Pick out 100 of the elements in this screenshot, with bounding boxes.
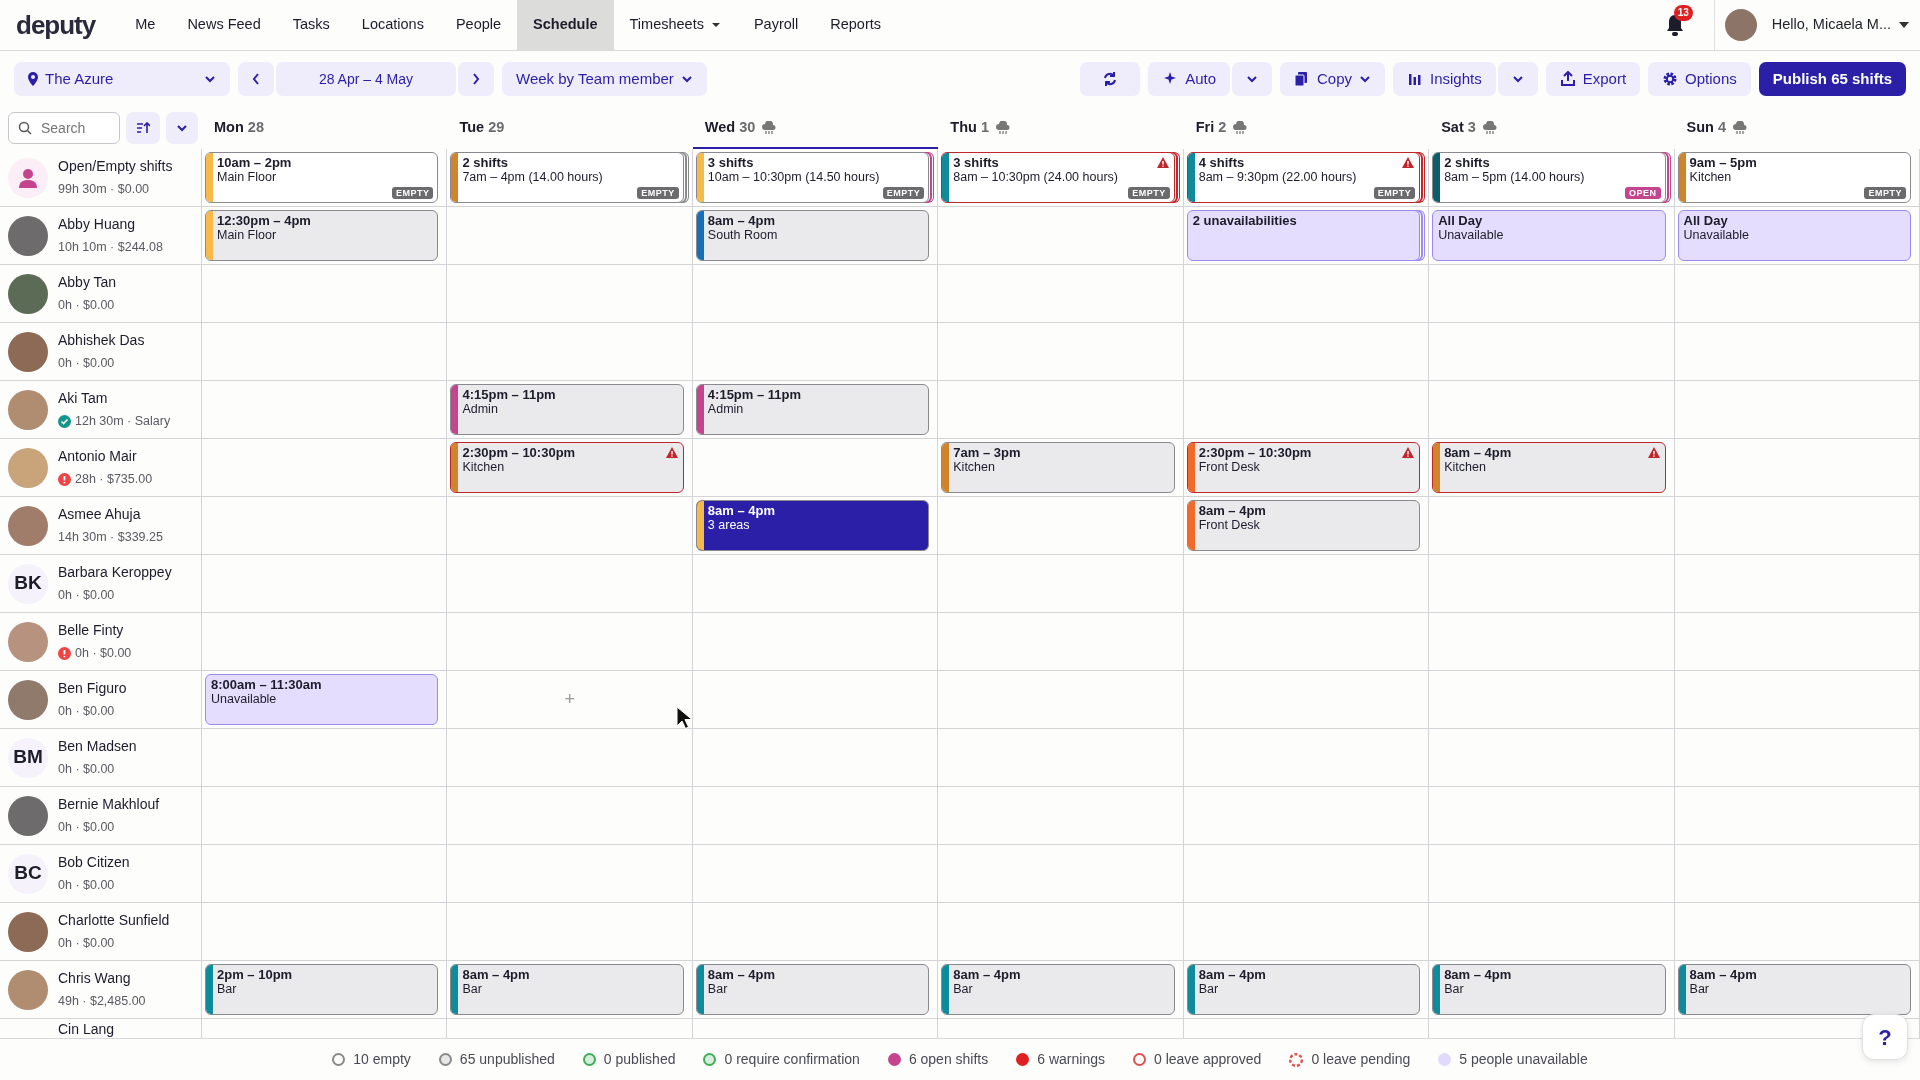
schedule-cell[interactable] [938,671,1184,729]
nav-tab[interactable]: Schedule [517,0,614,50]
schedule-cell[interactable] [202,439,448,497]
date-range[interactable]: 28 Apr – 4 May [276,62,456,96]
shift-card[interactable]: 8am – 4pm 3 areas [695,500,930,551]
shift-card[interactable]: 2:30pm – 10:30pm Kitchen [450,442,684,493]
schedule-cell[interactable] [447,613,693,671]
person-name[interactable]: Open/Empty shifts [58,156,173,178]
person-name[interactable]: Cin Lang [58,1019,115,1038]
schedule-cell[interactable] [1429,613,1675,671]
person-name[interactable]: Antonio Mair [58,446,153,468]
open-shift-card[interactable]: 10am – 2pm Main Floor EMPTY [205,152,439,203]
person-name[interactable]: Barbara Keroppey [58,562,172,584]
person-name[interactable]: Abby Tan [58,272,117,294]
schedule-cell[interactable] [1183,671,1430,729]
toolbar-button[interactable]: Auto [1148,62,1230,96]
user-menu[interactable]: Hello, Micaela M... [1770,13,1910,37]
schedule-cell[interactable] [202,845,448,903]
nav-tab[interactable]: Locations [345,0,440,50]
shift-card[interactable]: 8am – 4pm South Room [695,210,930,261]
schedule-cell[interactable] [202,555,448,613]
person-name[interactable]: Asmee Ahuja [58,504,163,526]
schedule-cell[interactable]: 8am – 4pm Bar [1429,961,1675,1019]
schedule-cell[interactable] [1674,729,1920,787]
schedule-cell[interactable]: 8am – 4pm Bar [938,961,1184,1019]
person-name[interactable]: Charlotte Sunfield [58,910,170,932]
previous-week-button[interactable] [238,62,274,96]
unavailability-card[interactable]: All Day Unavailable [1677,210,1911,261]
schedule-cell[interactable] [1674,439,1920,497]
schedule-cell[interactable] [1674,903,1920,961]
schedule-cell[interactable] [1183,845,1430,903]
shift-card[interactable]: 8am – 4pm Front Desk [1186,500,1421,551]
schedule-cell[interactable] [1183,903,1430,961]
shift-card[interactable]: 8am – 4pm Bar [1432,964,1666,1015]
schedule-cell[interactable] [1183,613,1430,671]
schedule-cell[interactable] [202,787,448,845]
nav-tab[interactable]: Me [119,0,172,50]
schedule-cell[interactable] [938,207,1184,265]
schedule-cell[interactable]: 4:15pm – 11pm Admin [447,381,693,439]
schedule-cell[interactable]: 8am – 4pm Kitchen [1429,439,1675,497]
location-dropdown[interactable]: The Azure [14,62,230,96]
person-name[interactable]: Abhishek Das [58,330,145,352]
shift-card[interactable]: 2pm – 10pm Bar [205,964,439,1015]
schedule-cell[interactable]: 8am – 4pm Bar [1674,961,1920,1019]
help-button[interactable]: ? [1862,1014,1908,1060]
schedule-cell[interactable] [1674,381,1920,439]
schedule-cell[interactable] [692,787,939,845]
schedule-cell[interactable] [1183,787,1430,845]
person-name[interactable]: Belle Finty [58,620,132,642]
schedule-cell[interactable]: 4:15pm – 11pm Admin [692,381,939,439]
schedule-cell[interactable] [1183,729,1430,787]
schedule-cell[interactable] [1674,845,1920,903]
schedule-cell[interactable] [1429,323,1675,381]
schedule-cell[interactable] [692,613,939,671]
schedule-cell[interactable] [447,903,693,961]
schedule-cell[interactable] [1183,381,1430,439]
schedule-cell[interactable]: 12:30pm – 4pm Main Floor [202,207,448,265]
schedule-cell[interactable] [447,207,693,265]
schedule-cell[interactable]: 2 shifts 7am – 4pm (14.00 hours) EMPTY [447,149,693,207]
schedule-cell[interactable]: 7am – 3pm Kitchen [938,439,1184,497]
schedule-cell[interactable] [1674,323,1920,381]
schedule-cell[interactable]: 3 shifts 10am – 10:30pm (14.50 hours) EMPTY [692,149,939,207]
schedule-cell[interactable] [202,729,448,787]
schedule-cell[interactable]: 8am – 4pm Bar [447,961,693,1019]
schedule-cell[interactable] [202,265,448,323]
refresh-button[interactable] [1080,62,1141,96]
day-header[interactable]: Wed 30 [704,117,756,139]
schedule-cell[interactable] [692,265,939,323]
schedule-cell[interactable] [692,439,939,497]
schedule-cell[interactable] [447,845,693,903]
schedule-cell[interactable] [692,323,939,381]
schedule-cell[interactable] [1674,671,1920,729]
schedule-cell[interactable]: 10am – 2pm Main Floor EMPTY [202,149,448,207]
schedule-cell[interactable] [938,787,1184,845]
nav-tab[interactable]: People [439,0,518,50]
schedule-cell[interactable]: 8:00am – 11:30am Unavailable [202,671,448,729]
schedule-cell[interactable] [692,555,939,613]
schedule-cell[interactable] [447,729,693,787]
person-name[interactable]: Ben Madsen [58,736,137,758]
schedule-cell[interactable] [447,497,693,555]
schedule-cell[interactable] [1674,265,1920,323]
schedule-cell[interactable] [938,555,1184,613]
schedule-cell[interactable] [692,903,939,961]
day-header[interactable]: Tue 29 [459,117,505,139]
schedule-cell[interactable] [1674,613,1920,671]
toolbar-button[interactable]: Export [1545,62,1641,96]
schedule-cell[interactable] [1429,845,1675,903]
day-header[interactable]: Thu 1 [950,117,989,139]
shift-card[interactable]: 8am – 4pm Bar [1677,964,1911,1015]
nav-tab[interactable]: Timesheets [613,0,738,50]
schedule-cell[interactable] [1183,555,1430,613]
shift-card[interactable]: 2:30pm – 10:30pm Front Desk [1186,442,1421,493]
schedule-cell[interactable] [1429,497,1675,555]
person-name[interactable]: Chris Wang [58,968,146,990]
schedule-cell[interactable] [447,323,693,381]
shift-card[interactable]: 4:15pm – 11pm Admin [695,384,930,435]
schedule-cell[interactable]: 8am – 4pm 3 areas [692,497,939,555]
day-header[interactable]: Sun 4 [1686,117,1727,139]
person-name[interactable]: Abby Huang [58,214,163,236]
schedule-cell[interactable]: 9am – 5pm Kitchen EMPTY [1674,149,1920,207]
